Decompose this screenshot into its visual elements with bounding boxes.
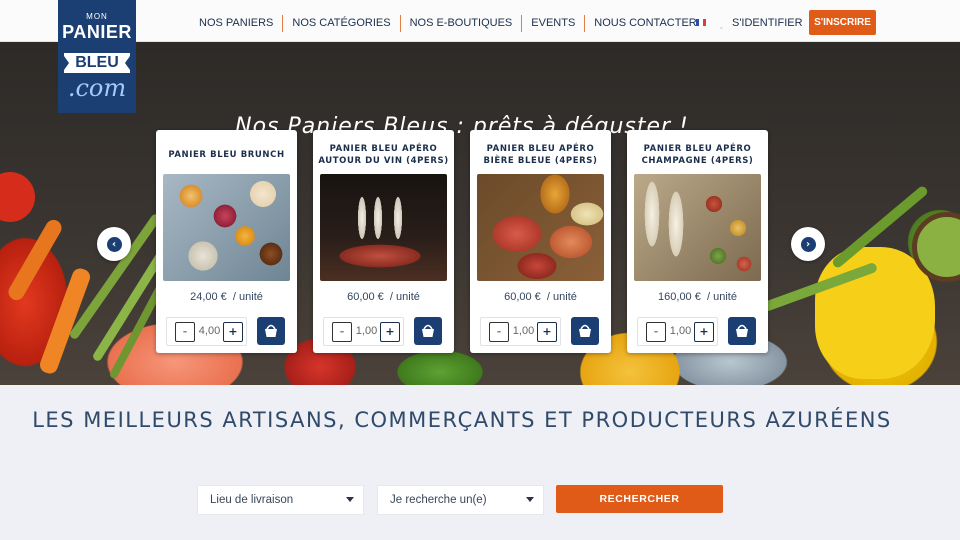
chevron-down-icon: [526, 497, 534, 502]
champagne-canapes-photo[interactable]: [634, 174, 761, 281]
brunch-photo[interactable]: [163, 174, 290, 281]
qty-increase-button[interactable]: +: [223, 322, 243, 342]
product-card: PANIER BLEU APÉRO CHAMPAGNE (4PERS) 160,…: [627, 130, 768, 353]
basket-icon: [422, 324, 434, 337]
qty-increase-button[interactable]: +: [380, 322, 400, 342]
wine-charcuterie-photo[interactable]: [320, 174, 447, 281]
qty-decrease-button[interactable]: -: [489, 322, 509, 342]
nav-item-eboutiques[interactable]: NOS E-BOUTIQUES: [401, 15, 523, 32]
basket-icon: [736, 324, 748, 337]
signup-button[interactable]: S'INSCRIRE: [809, 10, 876, 35]
basket-icon: [265, 324, 277, 337]
product-price: 60,00 € / unité: [313, 291, 454, 303]
nav-item-paniers[interactable]: NOS PANIERS: [190, 15, 284, 32]
qty-value[interactable]: 1,00: [353, 325, 380, 337]
add-to-cart-button[interactable]: [414, 317, 442, 345]
quantity-stepper: - 1,00 +: [637, 317, 718, 346]
language-caret-icon[interactable]: ⌄: [718, 22, 725, 31]
add-to-cart-button[interactable]: [728, 317, 756, 345]
carrot-decoration: [5, 217, 65, 303]
chevron-down-icon: [346, 497, 354, 502]
fr-flag-icon[interactable]: [696, 19, 706, 26]
nav-item-events[interactable]: EVENTS: [522, 15, 586, 32]
price-unit: / unité: [232, 291, 263, 303]
main-nav: NOS PANIERS NOS CATÉGORIES NOS E-BOUTIQU…: [190, 15, 706, 32]
qty-increase-button[interactable]: +: [694, 322, 714, 342]
logo-text-panier: PANIER: [62, 22, 132, 42]
quantity-stepper: - 1,00 +: [323, 317, 404, 346]
add-to-cart-button[interactable]: [257, 317, 285, 345]
basket-icon: [579, 324, 591, 337]
price-value: 160,00 €: [658, 291, 701, 303]
product-card: PANIER BLEU APÉRO AUTOUR DU VIN (4PERS) …: [313, 130, 454, 353]
product-title[interactable]: PANIER BLEU APÉRO BIÈRE BLEUE (4PERS): [474, 138, 607, 172]
price-value: 24,00 €: [190, 291, 227, 303]
qty-value[interactable]: 1,00: [510, 325, 537, 337]
qty-decrease-button[interactable]: -: [646, 322, 666, 342]
product-card: PANIER BLEU BRUNCH 24,00 € / unité - 4,0…: [156, 130, 297, 353]
search-button[interactable]: RECHERCHER: [556, 485, 723, 513]
price-unit: / unité: [389, 291, 420, 303]
arrow-right-icon: ›: [800, 236, 816, 252]
logo-text-bleu: BLEU: [64, 53, 130, 73]
site-logo[interactable]: MON PANIER BLEU .com: [58, 0, 136, 113]
qty-decrease-button[interactable]: -: [175, 322, 195, 342]
arrow-left-icon: ‹: [106, 236, 122, 252]
qty-decrease-button[interactable]: -: [332, 322, 352, 342]
carousel-next-button[interactable]: ›: [791, 227, 825, 261]
nav-item-categories[interactable]: NOS CATÉGORIES: [283, 15, 401, 32]
section-tagline: LES MEILLEURS ARTISANS, COMMERÇANTS ET P…: [32, 408, 892, 432]
product-title[interactable]: PANIER BLEU APÉRO AUTOUR DU VIN (4PERS): [317, 138, 450, 172]
login-link[interactable]: S'IDENTIFIER: [732, 17, 803, 29]
product-price: 24,00 € / unité: [156, 291, 297, 303]
logo-text-mon: MON: [86, 12, 108, 21]
product-price: 60,00 € / unité: [470, 291, 611, 303]
price-value: 60,00 €: [347, 291, 384, 303]
qty-increase-button[interactable]: +: [537, 322, 557, 342]
product-title[interactable]: PANIER BLEU APÉRO CHAMPAGNE (4PERS): [631, 138, 764, 172]
product-card: PANIER BLEU APÉRO BIÈRE BLEUE (4PERS) 60…: [470, 130, 611, 353]
product-title[interactable]: PANIER BLEU BRUNCH: [160, 138, 293, 172]
quantity-stepper: - 1,00 +: [480, 317, 561, 346]
tomato-decoration: [0, 172, 35, 222]
add-to-cart-button[interactable]: [571, 317, 599, 345]
delivery-location-select[interactable]: Lieu de livraison: [197, 485, 364, 515]
category-placeholder: Je recherche un(e): [390, 494, 487, 506]
top-header: NOS PANIERS NOS CATÉGORIES NOS E-BOUTIQU…: [0, 0, 960, 42]
delivery-location-placeholder: Lieu de livraison: [210, 494, 294, 506]
logo-text-com: .com: [67, 74, 127, 102]
product-price: 160,00 € / unité: [627, 291, 768, 303]
carousel-prev-button[interactable]: ‹: [97, 227, 131, 261]
price-value: 60,00 €: [504, 291, 541, 303]
hero-title: Nos Paniers Bleus : prêts à déguster !: [235, 114, 689, 139]
price-unit: / unité: [706, 291, 737, 303]
price-unit: / unité: [546, 291, 577, 303]
nav-item-contact[interactable]: NOUS CONTACTER: [585, 15, 705, 32]
qty-value[interactable]: 1,00: [667, 325, 694, 337]
quantity-stepper: - 4,00 +: [166, 317, 247, 346]
beer-platter-photo[interactable]: [477, 174, 604, 281]
category-select[interactable]: Je recherche un(e): [377, 485, 544, 515]
qty-value[interactable]: 4,00: [196, 325, 223, 337]
